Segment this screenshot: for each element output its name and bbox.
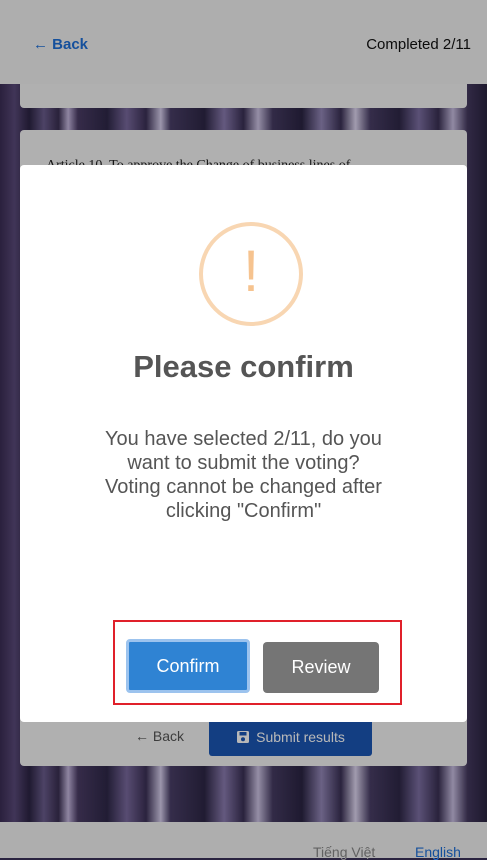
confirm-dialog: ! Please confirm You have selected 2/11,…	[20, 165, 467, 722]
warning-mark: !	[242, 239, 260, 304]
confirm-button[interactable]: Confirm	[126, 639, 250, 693]
review-button[interactable]: Review	[263, 642, 379, 693]
dialog-message: You have selected 2/11, do you want to s…	[105, 428, 382, 522]
warning-icon: !	[199, 222, 303, 326]
dialog-title: Please confirm	[133, 349, 354, 384]
